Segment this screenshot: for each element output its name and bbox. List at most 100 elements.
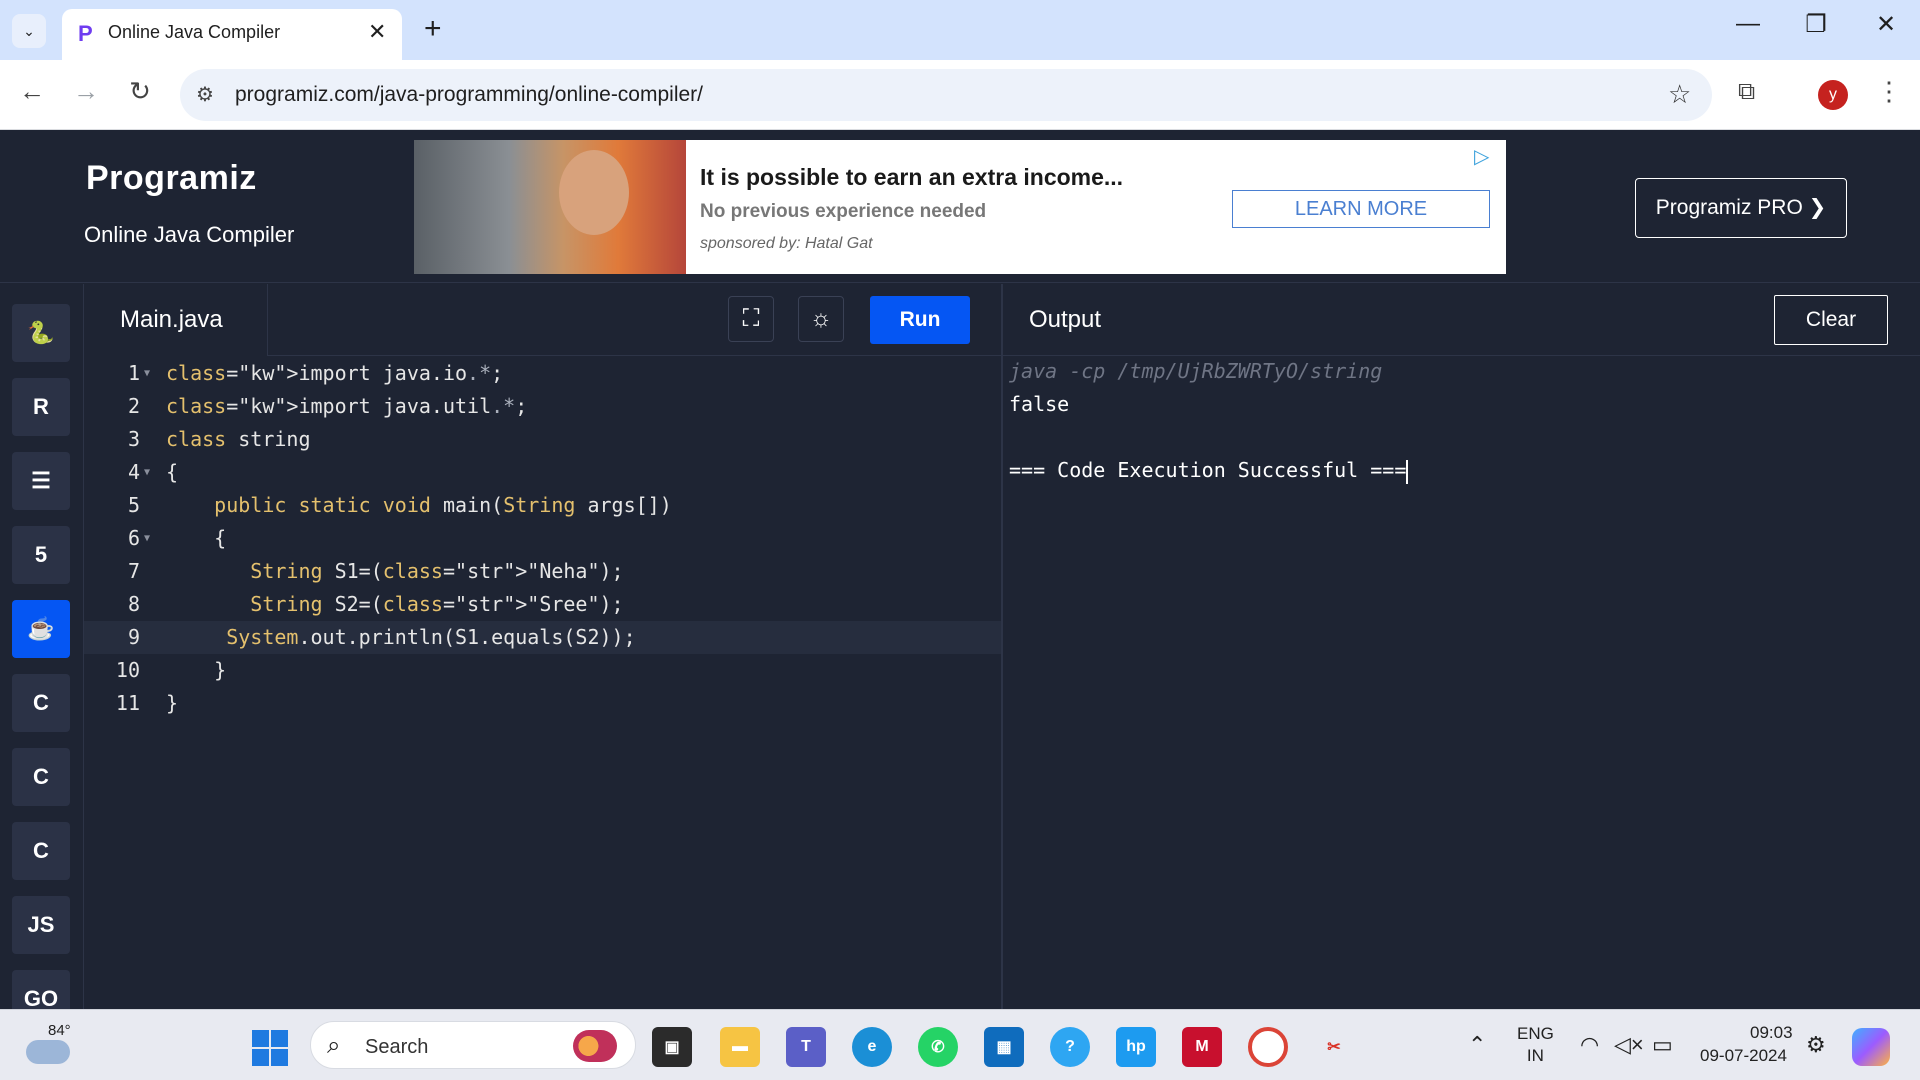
code-line[interactable]: 4 ▼ {	[84, 456, 1002, 489]
advertisement-banner[interactable]: It is possible to earn an extra income..…	[414, 140, 1506, 274]
language-c-button[interactable]: C	[12, 674, 70, 732]
language-html-button[interactable]: 5	[12, 526, 70, 584]
code-text[interactable]: String S2=(class="str">"Sree");	[166, 588, 623, 621]
line-number: 9	[127, 625, 140, 649]
code-text[interactable]: }	[166, 687, 178, 720]
code-text[interactable]: {	[166, 522, 226, 555]
tab-search-button[interactable]: ⌄	[12, 14, 46, 48]
profile-avatar[interactable]: y	[1818, 80, 1848, 110]
line-number: 5	[127, 493, 140, 517]
wifi-icon[interactable]: ◠	[1580, 1032, 1599, 1058]
forward-arrow-icon[interactable]: →	[68, 76, 104, 107]
language-r-button[interactable]: R	[12, 378, 70, 436]
code-line[interactable]: 9 System.out.println(S1.equals(S2));	[84, 621, 1002, 654]
code-line[interactable]: 2 class="kw">import java.util.*;	[84, 390, 1002, 423]
volume-muted-icon[interactable]: ◁×	[1614, 1032, 1644, 1058]
code-line[interactable]: 7 String S1=(class="str">"Neha");	[84, 555, 1002, 588]
fold-arrow-icon[interactable]: ▼	[144, 456, 150, 489]
get-help-icon[interactable]: ?	[1050, 1027, 1090, 1067]
run-button[interactable]: Run	[870, 296, 970, 344]
edge-icon[interactable]: e	[852, 1027, 892, 1067]
clock-time[interactable]: 09:03	[1750, 1023, 1793, 1043]
code-text[interactable]: String S1=(class="str">"Neha");	[166, 555, 623, 588]
language-javascript-button[interactable]: JS	[12, 896, 70, 954]
browser-toolbar: ← → ↻ ⚙ programiz.com/java-programming/o…	[0, 60, 1920, 130]
output-title: Output	[1029, 306, 1102, 333]
battery-icon[interactable]: ▭	[1652, 1032, 1673, 1058]
notification-bell-icon[interactable]: ⚙	[1806, 1032, 1826, 1058]
ad-choices-icon[interactable]: ▷	[1474, 144, 1489, 169]
ad-headline[interactable]: It is possible to earn an extra income..…	[700, 164, 1123, 191]
code-editor[interactable]: 1 ▼ class="kw">import java.io.*; 2 class="kw…	[84, 357, 1002, 1009]
code-text[interactable]: }	[166, 654, 226, 687]
new-tab-button[interactable]: +	[424, 12, 442, 46]
browser-menu-icon[interactable]: ⋮	[1876, 76, 1902, 107]
language-cpp-button[interactable]: C	[12, 748, 70, 806]
programiz-logo[interactable]: Programiz	[86, 159, 257, 198]
bookmark-star-icon[interactable]: ☆	[1668, 79, 1691, 110]
clear-button[interactable]: Clear	[1774, 295, 1888, 345]
code-text[interactable]: {	[166, 456, 178, 489]
code-line[interactable]: 1 ▼ class="kw">import java.io.*;	[84, 357, 1002, 390]
site-info-icon[interactable]: ⚙	[196, 82, 214, 107]
whatsapp-icon[interactable]: ✆	[918, 1027, 958, 1067]
weather-temperature[interactable]: 84°	[48, 1022, 71, 1039]
code-line[interactable]: 3 class string	[84, 423, 1002, 456]
programiz-pro-button[interactable]: Programiz PRO ❯	[1635, 178, 1847, 238]
weather-cloud-icon[interactable]	[26, 1040, 70, 1064]
minimize-icon[interactable]: —	[1728, 10, 1768, 38]
clock-date[interactable]: 09-07-2024	[1700, 1046, 1787, 1066]
fold-arrow-icon[interactable]: ▼	[144, 522, 150, 555]
taskbar-search-box[interactable]: ⌕ Search	[310, 1021, 636, 1069]
code-text[interactable]: class="kw">import java.util.*;	[166, 390, 527, 423]
language-sql-button[interactable]: ☰	[12, 452, 70, 510]
line-number: 4	[127, 460, 140, 484]
ad-learn-more-button[interactable]: LEARN MORE	[1232, 190, 1490, 228]
language-java-button[interactable]: ☕	[12, 600, 70, 658]
browser-tab-active[interactable]: P Online Java Compiler ✕	[62, 9, 402, 60]
code-line[interactable]: 10 }	[84, 654, 1002, 687]
mcafee-icon[interactable]: M	[1182, 1027, 1222, 1067]
theme-toggle-sun-icon[interactable]: ☼	[798, 296, 844, 342]
fullscreen-icon[interactable]: ⛶	[728, 296, 774, 342]
language-python-button[interactable]: 🐍	[12, 304, 70, 362]
back-arrow-icon[interactable]: ←	[14, 76, 50, 107]
teams-icon[interactable]: T	[786, 1027, 826, 1067]
code-line[interactable]: 8 String S2=(class="str">"Sree");	[84, 588, 1002, 621]
line-number: 10	[115, 658, 140, 682]
code-text[interactable]: class="kw">import java.io.*;	[166, 357, 503, 390]
address-bar[interactable]: ⚙ programiz.com/java-programming/online-…	[180, 69, 1712, 121]
input-language-indicator[interactable]: ENG IN	[1517, 1023, 1554, 1067]
ad-sponsor: sponsored by: Hatal Gat	[700, 235, 873, 252]
search-placeholder: Search	[365, 1036, 429, 1058]
restore-icon[interactable]: ❐	[1796, 10, 1836, 39]
url-text[interactable]: programiz.com/java-programming/online-co…	[235, 83, 703, 107]
copilot-icon[interactable]	[1852, 1028, 1890, 1066]
chrome-icon[interactable]	[1248, 1027, 1288, 1067]
tab-close-icon[interactable]: ✕	[368, 19, 386, 45]
code-text[interactable]: class string	[166, 423, 311, 456]
snipping-tool-icon[interactable]: ✂	[1314, 1027, 1354, 1067]
language-code: ENG	[1517, 1024, 1554, 1043]
browser-tab-strip: ⌄ P Online Java Compiler ✕ + — ❐ ✕	[0, 0, 1920, 60]
fold-arrow-icon[interactable]: ▼	[144, 357, 150, 390]
tray-overflow-chevron-icon[interactable]: ⌃	[1468, 1032, 1486, 1058]
window-close-icon[interactable]: ✕	[1866, 10, 1906, 39]
code-line[interactable]: 5 public static void main(String args[])	[84, 489, 1002, 522]
code-line[interactable]: 11}	[84, 687, 1002, 720]
task-view-icon[interactable]: ▣	[652, 1027, 692, 1067]
output-status: === Code Execution Successful ===	[1009, 458, 1407, 482]
file-explorer-icon[interactable]: ▬	[720, 1027, 760, 1067]
extensions-icon[interactable]: ⧉	[1738, 78, 1755, 106]
reload-icon[interactable]: ↻	[122, 76, 158, 107]
file-tab-main-java[interactable]: Main.java	[84, 284, 268, 356]
code-line[interactable]: 6 ▼ {	[84, 522, 1002, 555]
microsoft-store-icon[interactable]: ▦	[984, 1027, 1024, 1067]
language-csharp-button[interactable]: C	[12, 822, 70, 880]
code-text[interactable]: public static void main(String args[])	[166, 489, 672, 522]
myhp-icon[interactable]: hp	[1116, 1027, 1156, 1067]
windows-start-button[interactable]	[252, 1030, 288, 1066]
language-sidebar: 🐍 R ☰ 5 ☕ C C C JS GO	[0, 284, 84, 1028]
output-console[interactable]: java -cp /tmp/UjRbZWRTyO/string false ==…	[1003, 357, 1920, 1009]
code-text[interactable]: System.out.println(S1.equals(S2));	[166, 621, 635, 654]
